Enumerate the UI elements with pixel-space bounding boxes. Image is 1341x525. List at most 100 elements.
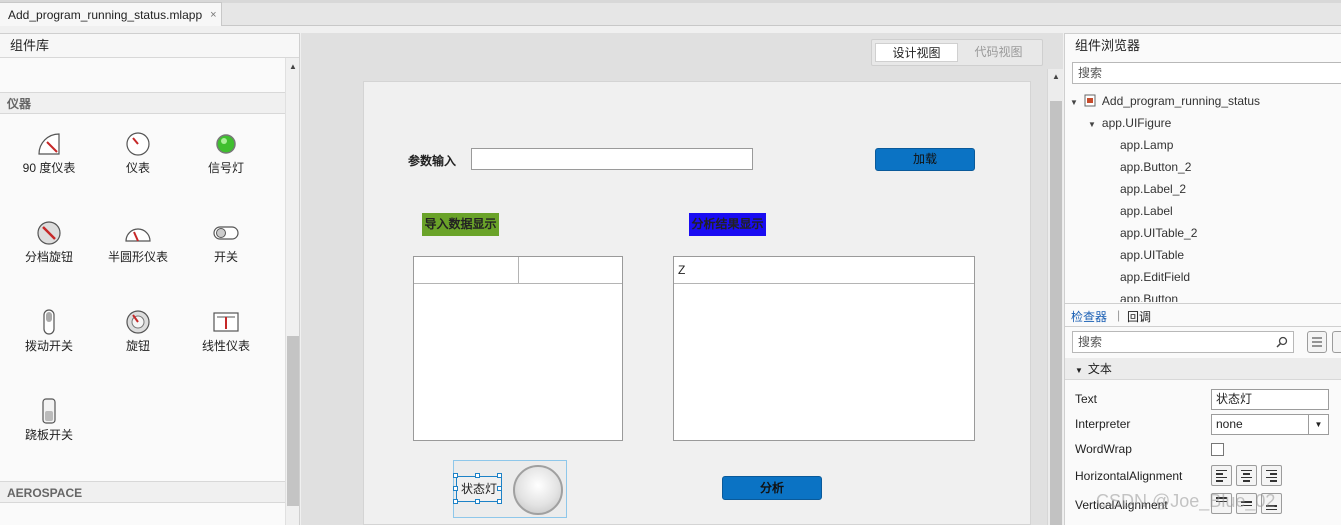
component-label: 半圆形仪表	[107, 250, 168, 264]
inspector-search-input[interactable]: 搜索	[1072, 331, 1294, 353]
align-right-button[interactable]	[1261, 465, 1282, 486]
component-switch[interactable]: 开关	[186, 218, 266, 265]
ui-figure[interactable]: 参数输入 加载 导入数据显示 分析结果显示 Z 状态灯 分析	[363, 81, 1031, 525]
inspector-tabs: 检查器 | 回调	[1065, 303, 1341, 327]
component-gauge-90[interactable]: 90 度仪表	[9, 129, 89, 176]
align-left-button[interactable]	[1211, 465, 1232, 486]
interpreter-value: none	[1216, 417, 1243, 431]
tree-item[interactable]: app.Button_2	[1120, 160, 1191, 174]
document-tab-bar: Add_program_running_status.mlapp ×	[0, 0, 1341, 26]
lamp-selection-group[interactable]: 状态灯	[453, 460, 567, 518]
component-lamp[interactable]: 信号灯	[186, 129, 266, 176]
component-gauge[interactable]: 仪表	[98, 129, 178, 176]
component-discrete-knob[interactable]: 分档旋钮	[9, 218, 89, 265]
close-tab-icon[interactable]: ×	[210, 9, 216, 21]
component-semicircular-gauge[interactable]: 半圆形仪表	[98, 218, 178, 265]
canvas-scrollbar[interactable]: ▲	[1047, 69, 1063, 525]
component-label: 仪表	[125, 161, 150, 175]
knob-icon	[126, 310, 150, 334]
discrete-knob-icon	[37, 221, 61, 245]
document-tab[interactable]: Add_program_running_status.mlapp ×	[0, 2, 222, 26]
align-center-button[interactable]	[1236, 465, 1257, 486]
design-canvas-area: 设计视图 代码视图 ▲ 参数输入 加载 导入数据显示 分析结果显示 Z 状态灯	[301, 33, 1063, 525]
resize-handle[interactable]	[453, 499, 458, 504]
table-header	[414, 257, 622, 284]
section-aerospace[interactable]: AEROSPACE	[0, 481, 285, 503]
param-input-label: 参数输入	[408, 154, 457, 168]
expand-icon[interactable]: ▼	[1070, 98, 1078, 107]
import-data-table[interactable]	[413, 256, 623, 441]
table-column-header[interactable]: Z	[674, 257, 974, 283]
tree-root-label: Add_program_running_status	[1101, 94, 1261, 108]
rocker-switch-icon	[42, 398, 56, 424]
browser-search-input[interactable]: 搜索	[1072, 62, 1341, 84]
lamp-icon	[216, 134, 236, 154]
scroll-up-icon[interactable]: ▲	[1052, 72, 1060, 81]
section-instruments[interactable]: 仪器	[0, 92, 285, 114]
tree-item[interactable]: app.Lamp	[1120, 138, 1173, 152]
tree-item[interactable]: app.Label	[1120, 204, 1173, 218]
component-toggle-switch[interactable]: 拨动开关	[9, 307, 89, 354]
tab-divider: |	[1117, 308, 1121, 322]
param-edit-field[interactable]	[471, 148, 753, 170]
component-label: 分档旋钮	[24, 250, 73, 264]
resize-handle[interactable]	[497, 499, 502, 504]
list-view-icon	[1312, 337, 1322, 347]
resize-handle[interactable]	[453, 473, 458, 478]
resize-handle[interactable]	[497, 473, 502, 478]
code-view-button[interactable]: 代码视图	[958, 43, 1039, 62]
tree-item[interactable]: app.UITable	[1120, 248, 1184, 262]
library-scroll-thumb[interactable]	[287, 336, 299, 506]
group-text-label: 文本	[1087, 362, 1112, 376]
chevron-down-icon[interactable]: ▼	[1308, 415, 1328, 434]
component-knob[interactable]: 旋钮	[98, 307, 178, 354]
prop-text-input[interactable]: 状态灯	[1211, 389, 1329, 410]
resize-handle[interactable]	[475, 473, 480, 478]
inspector-search-placeholder: 搜索	[1078, 335, 1103, 349]
component-library-title: 组件库	[0, 34, 299, 58]
load-button[interactable]: 加载	[875, 148, 975, 171]
collapse-icon[interactable]: ▼	[1075, 366, 1083, 375]
analyze-button[interactable]: 分析	[722, 476, 822, 500]
tree-item[interactable]: app.EditField	[1120, 270, 1190, 284]
table-column-header[interactable]	[519, 257, 623, 283]
status-lamp[interactable]	[513, 465, 563, 515]
design-view-button[interactable]: 设计视图	[875, 43, 958, 62]
component-label: 线性仪表	[201, 339, 250, 353]
switch-icon	[213, 226, 239, 240]
tree-uifigure[interactable]: ▼ app.UIFigure	[1088, 116, 1171, 130]
list-view-button[interactable]	[1307, 331, 1327, 353]
prop-interpreter-select[interactable]: none ▼	[1211, 414, 1329, 435]
canvas-scroll-thumb[interactable]	[1050, 101, 1062, 525]
resize-handle[interactable]	[497, 486, 502, 491]
semicircular-gauge-icon	[125, 228, 151, 242]
group-text-header[interactable]: ▼ 文本	[1065, 358, 1341, 380]
tree-item[interactable]: app.UITable_2	[1120, 226, 1197, 240]
table-column-header[interactable]	[414, 257, 519, 283]
component-label: 90 度仪表	[22, 161, 76, 175]
analysis-result-table[interactable]: Z	[673, 256, 975, 441]
analysis-result-label[interactable]: 分析结果显示	[689, 213, 766, 236]
tree-uifigure-label: app.UIFigure	[1101, 116, 1172, 130]
scroll-up-icon[interactable]: ▲	[289, 62, 297, 71]
library-scrollbar[interactable]: ▲	[285, 58, 299, 525]
component-linear-gauge[interactable]: 线性仪表	[186, 307, 266, 354]
group-view-button[interactable]	[1332, 331, 1341, 353]
prop-interpreter-label: Interpreter	[1075, 417, 1131, 431]
prop-text-label: Text	[1075, 392, 1098, 406]
component-label: 跷板开关	[24, 428, 73, 442]
tab-callback[interactable]: 回调	[1127, 308, 1151, 325]
tree-item[interactable]: app.Button	[1120, 292, 1178, 302]
tree-item[interactable]: app.Label_2	[1120, 182, 1186, 196]
prop-wordwrap-checkbox[interactable]	[1211, 443, 1224, 456]
expand-icon[interactable]: ▼	[1088, 120, 1096, 129]
component-browser-title: 组件浏览器	[1065, 34, 1341, 58]
toggle-switch-icon	[43, 309, 55, 335]
component-rocker-switch[interactable]: 跷板开关	[9, 396, 89, 443]
tree-root[interactable]: ▼ Add_program_running_status	[1070, 94, 1260, 108]
import-data-label[interactable]: 导入数据显示	[422, 213, 499, 236]
resize-handle[interactable]	[475, 499, 480, 504]
tab-inspector[interactable]: 检查器	[1071, 308, 1107, 325]
resize-handle[interactable]	[453, 486, 458, 491]
component-browser-panel: 组件浏览器 搜索 ▼ Add_program_running_status ▼ ap…	[1064, 33, 1341, 525]
